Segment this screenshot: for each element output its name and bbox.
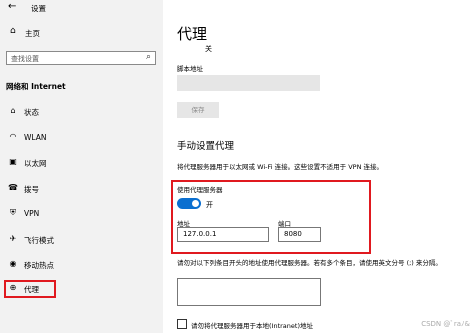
watermark: CSDN @ﾞraﾉ& xyxy=(421,320,470,328)
local-bypass-label: 请勿将代理服务器用于本地(Intranet)地址 xyxy=(191,322,313,330)
main-panel: 代理 关 脚本地址 保存 手动设置代理 将代理服务器用于以太网或 Wi-Fi 连… xyxy=(163,0,474,333)
sidebar: ← 设置 ⌂ 主页 查找设置 ⌕ 网络和 Internet ⌂ 状态 ◠ WLA… xyxy=(0,0,163,333)
app-title: 设置 xyxy=(31,4,46,13)
sidebar-item-label: WLAN xyxy=(24,133,47,142)
exempt-addresses-input[interactable] xyxy=(177,278,321,306)
title-bar: ← 设置 xyxy=(0,0,163,16)
exempt-description: 请勿对以下列条目开头的地址使用代理服务器。若有多个条目，请使用英文分号 (;) … xyxy=(177,259,442,267)
home-network-icon: ⌂ xyxy=(10,106,16,115)
dialup-icon: ☎ xyxy=(8,183,18,192)
sidebar-item-home[interactable]: ⌂ 主页 xyxy=(0,26,163,40)
home-icon: ⌂ xyxy=(10,26,16,36)
sidebar-item-hotspot[interactable]: ◉ 移动热点 xyxy=(0,257,163,273)
ethernet-icon: ▣ xyxy=(9,157,17,166)
manual-proxy-description: 将代理服务器用于以太网或 Wi-Fi 连接。这些设置不适用于 VPN 连接。 xyxy=(177,163,384,171)
sidebar-item-status[interactable]: ⌂ 状态 xyxy=(0,104,163,120)
proxy-icon: ⊕ xyxy=(9,283,17,292)
back-arrow-icon[interactable]: ← xyxy=(8,1,16,12)
auto-detect-toggle[interactable]: 关 xyxy=(177,44,212,53)
hotspot-icon: ◉ xyxy=(9,259,17,268)
settings-window: ← 设置 ⌂ 主页 查找设置 ⌕ 网络和 Internet ⌂ 状态 ◠ WLA… xyxy=(0,0,474,333)
search-placeholder: 查找设置 xyxy=(11,55,39,63)
sidebar-item-label: 代理 xyxy=(24,285,39,294)
sidebar-item-vpn[interactable]: ⛨ VPN xyxy=(0,206,163,222)
sidebar-item-dialup[interactable]: ☎ 拨号 xyxy=(0,181,163,197)
local-bypass-checkbox[interactable] xyxy=(177,319,187,329)
wifi-icon: ◠ xyxy=(9,132,17,141)
search-input[interactable]: 查找设置 ⌕ xyxy=(6,51,156,65)
section-title: 网络和 Internet xyxy=(6,82,66,91)
sidebar-item-label: 移动热点 xyxy=(24,261,54,270)
page-title: 代理 xyxy=(177,25,208,43)
sidebar-item-airplane[interactable]: ✈ 飞行模式 xyxy=(0,232,163,248)
auto-toggle-state: 关 xyxy=(205,45,212,53)
vpn-icon: ⛨ xyxy=(10,208,16,217)
script-address-field[interactable] xyxy=(177,75,320,91)
sidebar-item-label: 拨号 xyxy=(24,185,39,194)
sidebar-item-proxy[interactable]: ⊕ 代理 xyxy=(0,280,163,298)
toggle-knob xyxy=(192,200,199,207)
airplane-icon: ✈ xyxy=(9,234,17,243)
use-proxy-label: 使用代理服务器 xyxy=(177,186,223,194)
use-proxy-toggle[interactable] xyxy=(177,198,201,209)
search-icon[interactable]: ⌕ xyxy=(146,52,151,62)
address-input[interactable]: 127.0.0.1 xyxy=(177,227,269,242)
sidebar-item-ethernet[interactable]: ▣ 以太网 xyxy=(0,155,163,171)
script-address-label: 脚本地址 xyxy=(177,65,203,73)
manual-proxy-heading: 手动设置代理 xyxy=(177,141,235,152)
sidebar-item-wlan[interactable]: ◠ WLAN xyxy=(0,130,163,146)
sidebar-item-label: 以太网 xyxy=(24,159,47,168)
port-input[interactable]: 8080 xyxy=(278,227,321,242)
sidebar-item-label: 飞行模式 xyxy=(24,236,54,245)
sidebar-home-label: 主页 xyxy=(25,29,40,38)
sidebar-item-label: VPN xyxy=(24,209,40,218)
save-button[interactable]: 保存 xyxy=(177,102,219,118)
use-proxy-state: 开 xyxy=(206,201,213,209)
sidebar-item-label: 状态 xyxy=(24,108,39,117)
